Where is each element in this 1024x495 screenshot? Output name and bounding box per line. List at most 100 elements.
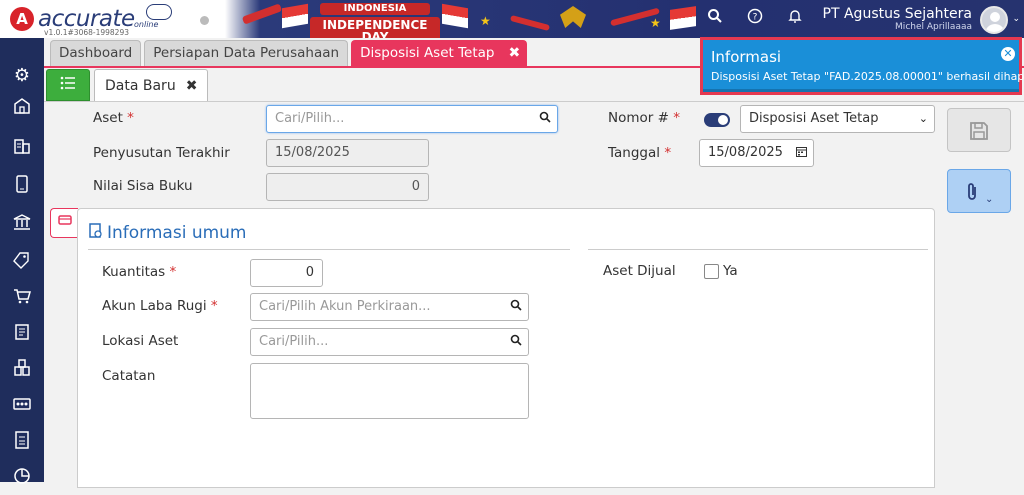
tab-label: Disposisi Aset Tetap	[360, 45, 495, 61]
attachment-button[interactable]: ⌄	[947, 169, 1011, 213]
bell-icon[interactable]	[784, 8, 806, 30]
ribbon-decoration	[509, 14, 551, 32]
notification-title: Informasi	[711, 48, 782, 66]
chart-icon[interactable]	[8, 466, 36, 494]
search-icon[interactable]	[510, 329, 522, 355]
catatan-textarea[interactable]	[250, 363, 529, 419]
tax-report-icon[interactable]	[8, 430, 36, 458]
aset-label: Aset *	[93, 110, 134, 126]
nomor-select-value: Disposisi Aset Tetap	[749, 111, 879, 126]
svg-text:?: ?	[753, 13, 758, 23]
form-area: Aset * Cari/Pilih... Penyusutan Terakhir…	[44, 101, 1024, 488]
list-view-button[interactable]	[46, 69, 90, 101]
akun-placeholder: Cari/Pilih Akun Perkiraan...	[259, 299, 431, 314]
required-mark: *	[664, 145, 672, 161]
ribbon-decoration	[241, 3, 283, 25]
close-icon[interactable]: ✖	[509, 41, 521, 66]
lokasi-placeholder: Cari/Pilih...	[259, 334, 329, 349]
general-info-panel: Informasi umum Kuantitas * 0 Akun Laba R…	[77, 208, 935, 488]
required-mark: *	[673, 110, 680, 126]
tanggal-label: Tanggal *	[608, 145, 671, 161]
nomor-label-text: Nomor #	[608, 110, 669, 126]
aset-dijual-checkbox[interactable]	[704, 264, 719, 279]
flag-icon	[282, 3, 308, 29]
panel-title-text: Informasi umum	[107, 223, 247, 243]
auto-number-toggle[interactable]	[704, 113, 730, 127]
kuantitas-label: Kuantitas *	[102, 264, 176, 280]
cart-icon[interactable]	[8, 286, 36, 314]
lokasi-aset-input[interactable]: Cari/Pilih...	[250, 328, 529, 356]
flag-icon	[670, 6, 696, 30]
divider	[88, 249, 570, 250]
top-bar: A accurate online v1.0.1#3068-1998293 IN…	[0, 0, 1024, 38]
kuantitas-input[interactable]: 0	[250, 259, 323, 287]
avatar[interactable]	[980, 6, 1008, 34]
chevron-down-icon: ⌄	[984, 194, 994, 205]
company-info[interactable]: PT Agustus Sejahtera Michel Aprillaaaa	[823, 6, 972, 32]
notification-toast: Informasi ✕ Disposisi Aset Tetap "FAD.20…	[700, 37, 1024, 95]
nomor-label: Nomor # *	[608, 110, 680, 126]
akun-laba-rugi-input[interactable]: Cari/Pilih Akun Perkiraan...	[250, 293, 529, 321]
banner-title: INDONESIA INDEPENDENCE DAY	[310, 3, 440, 38]
independence-day-banner: INDONESIA INDEPENDENCE DAY ★ ★	[230, 0, 700, 38]
logo-mark-icon: A	[10, 7, 34, 31]
cloud-icon	[146, 4, 172, 20]
divider	[588, 249, 928, 250]
factory-icon[interactable]	[8, 394, 36, 422]
calendar-icon[interactable]	[796, 140, 807, 166]
subtab-label: Data Baru	[105, 77, 176, 94]
subtab-data-baru[interactable]: Data Baru ✖	[94, 69, 209, 101]
penyusutan-label: Penyusutan Terakhir	[93, 145, 230, 161]
shopping-list-icon[interactable]	[8, 322, 36, 350]
close-icon[interactable]: ✕	[1001, 47, 1015, 61]
document-icon	[88, 223, 103, 243]
subtab-bar: Data Baru ✖	[46, 69, 209, 101]
database-icon[interactable]	[50, 208, 78, 238]
search-icon[interactable]	[510, 294, 522, 320]
phone-icon[interactable]	[8, 174, 36, 202]
brand-sub: online	[134, 20, 159, 29]
aset-placeholder: Cari/Pilih...	[275, 111, 345, 126]
price-tag-icon[interactable]	[8, 250, 36, 278]
status-dot-icon	[200, 16, 209, 25]
tab-label: Dashboard	[59, 45, 133, 61]
panel-title: Informasi umum	[88, 223, 247, 243]
tab-disposisi-aset-tetap[interactable]: Disposisi Aset Tetap ✖	[351, 40, 528, 66]
kuantitas-label-text: Kuantitas	[102, 264, 166, 280]
chevron-down-icon: ⌄	[918, 112, 928, 125]
close-icon[interactable]: ✖	[186, 71, 198, 101]
flag-icon	[442, 3, 468, 29]
tanggal-field[interactable]: 15/08/2025	[699, 139, 814, 167]
akun-laba-rugi-label: Akun Laba Rugi *	[102, 298, 218, 314]
nilai-sisa-field: 0	[266, 173, 429, 201]
tab-label: Persiapan Data Perusahaan	[153, 45, 340, 61]
inventory-icon[interactable]	[8, 358, 36, 386]
tab-dashboard[interactable]: Dashboard	[50, 40, 142, 66]
shop-icon[interactable]	[8, 96, 36, 124]
penyusutan-field: 15/08/2025	[266, 139, 429, 167]
tab-bar: Dashboard Persiapan Data Perusahaan Disp…	[50, 40, 530, 66]
tab-persiapan-data[interactable]: Persiapan Data Perusahaan	[144, 40, 349, 66]
search-icon[interactable]	[539, 106, 551, 132]
sidebar: ⚙	[0, 38, 44, 484]
search-icon[interactable]	[704, 8, 726, 30]
help-icon[interactable]: ?	[744, 8, 766, 30]
building-icon[interactable]	[8, 136, 36, 164]
star-icon: ★	[650, 16, 661, 30]
akun-label-text: Akun Laba Rugi	[102, 298, 207, 314]
aset-dijual-label: Aset Dijual	[603, 263, 676, 279]
catatan-label: Catatan	[102, 368, 156, 384]
required-mark: *	[169, 264, 177, 280]
aset-search-input[interactable]: Cari/Pilih...	[266, 105, 558, 133]
lokasi-aset-label: Lokasi Aset	[102, 333, 179, 349]
chevron-down-icon[interactable]: ⌄	[1012, 14, 1020, 24]
required-mark: *	[210, 298, 218, 314]
bank-icon[interactable]	[8, 212, 36, 240]
save-button[interactable]	[947, 108, 1011, 152]
aset-label-text: Aset	[93, 110, 123, 126]
required-mark: *	[127, 110, 134, 126]
notification-message: Disposisi Aset Tetap "FAD.2025.08.00001"…	[711, 70, 1024, 83]
gear-icon[interactable]: ⚙	[8, 62, 36, 90]
nomor-select[interactable]: Disposisi Aset Tetap ⌄	[740, 105, 935, 133]
nilai-sisa-label: Nilai Sisa Buku	[93, 178, 193, 194]
